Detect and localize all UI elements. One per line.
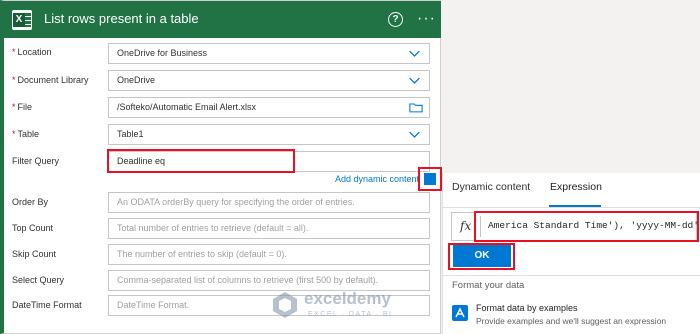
card-header[interactable]: X List rows present in a table ? ··· bbox=[4, 1, 441, 38]
filter-query-highlight bbox=[107, 149, 295, 173]
order-by-input[interactable]: An ODATA orderBy query for specifying th… bbox=[108, 192, 430, 213]
panel-divider bbox=[443, 275, 700, 276]
order-by-label: Order By bbox=[12, 197, 49, 207]
top-count-input[interactable]: Total number of entries to retrieve (def… bbox=[108, 218, 430, 239]
folder-icon[interactable] bbox=[409, 102, 423, 113]
chevron-down-icon bbox=[409, 50, 420, 57]
tab-dynamic-content[interactable]: Dynamic content bbox=[452, 181, 530, 193]
file-value: /Softeko/Automatic Email Alert.xlsx bbox=[117, 102, 257, 112]
watermark-subtitle: EXCEL · DATA · BI bbox=[308, 311, 393, 318]
add-dynamic-content-link[interactable]: Add dynamic content bbox=[335, 174, 419, 184]
document-library-value: OneDrive bbox=[117, 75, 156, 85]
location-dropdown[interactable]: OneDrive for Business bbox=[108, 43, 430, 64]
help-icon[interactable]: ? bbox=[388, 12, 403, 27]
skip-count-label: Skip Count bbox=[12, 249, 57, 259]
ok-highlight bbox=[448, 243, 515, 270]
card-title: List rows present in a table bbox=[44, 11, 199, 26]
more-options-icon[interactable]: ··· bbox=[417, 10, 436, 28]
file-label: * File bbox=[12, 102, 33, 112]
skip-count-input[interactable]: The number of entries to skip (default =… bbox=[108, 244, 430, 265]
location-label: * Location bbox=[12, 47, 52, 57]
format-by-example-subtitle: Provide examples and we'll suggest an ex… bbox=[476, 316, 667, 326]
file-picker[interactable]: /Softeko/Automatic Email Alert.xlsx bbox=[108, 97, 430, 118]
dynamic-content-panel: Dynamic content Expression fx America St… bbox=[442, 173, 700, 334]
table-value: Table1 bbox=[117, 129, 144, 139]
table-label: * Table bbox=[12, 129, 40, 139]
chevron-down-icon bbox=[409, 77, 420, 84]
tab-divider bbox=[443, 207, 700, 208]
top-count-label: Top Count bbox=[12, 223, 54, 233]
document-library-label: * Document Library bbox=[12, 75, 89, 85]
format-by-example-icon bbox=[452, 305, 468, 321]
chevron-down-icon bbox=[409, 131, 420, 138]
format-data-heading: Format your data bbox=[452, 280, 525, 291]
location-value: OneDrive for Business bbox=[117, 48, 208, 58]
dynamic-content-highlight bbox=[418, 167, 442, 191]
format-by-example-title[interactable]: Format data by examples bbox=[476, 303, 578, 313]
exceldemy-watermark: exceldemy EXCEL · DATA · BI bbox=[270, 287, 430, 327]
tab-expression[interactable]: Expression bbox=[550, 181, 602, 193]
excel-icon: X bbox=[12, 10, 32, 30]
table-dropdown[interactable]: Table1 bbox=[108, 124, 430, 145]
document-library-dropdown[interactable]: OneDrive bbox=[108, 70, 430, 91]
datetime-format-label: DateTime Format bbox=[12, 300, 82, 310]
exceldemy-logo-icon bbox=[273, 292, 297, 318]
filter-query-label: Filter Query bbox=[12, 156, 60, 166]
action-card: X List rows present in a table ? ··· * Lo… bbox=[0, 0, 442, 334]
select-query-label: Select Query bbox=[12, 275, 65, 285]
expression-highlight bbox=[474, 211, 699, 242]
watermark-name: exceldemy bbox=[304, 289, 391, 308]
fx-icon: fx bbox=[460, 219, 472, 233]
